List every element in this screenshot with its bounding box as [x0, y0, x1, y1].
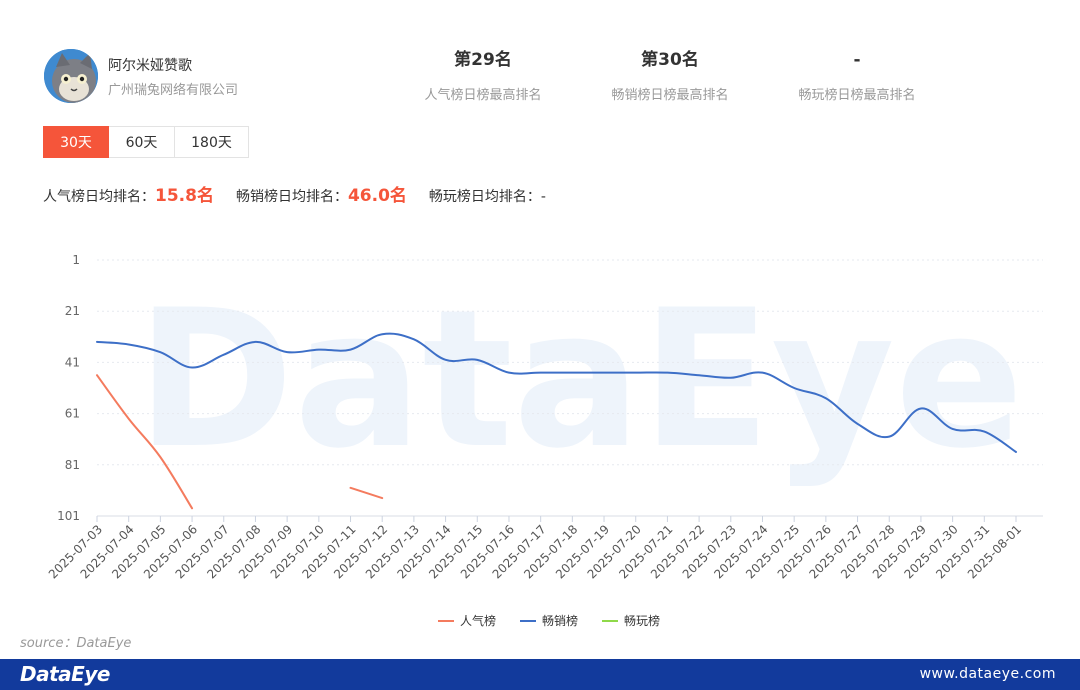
y-tick-label: 81: [65, 458, 80, 472]
legend-label: 畅销榜: [542, 613, 578, 628]
source-note: source：DataEye: [20, 636, 132, 651]
y-tick-label: 101: [57, 509, 80, 523]
footer-bar: DataEye www.dataeye.com: [0, 659, 1080, 690]
legend-label: 人气榜: [460, 613, 496, 628]
legend-label: 畅玩榜: [624, 613, 660, 628]
watermark-text: DataEye: [136, 269, 1023, 490]
rank-line-chart: DataEye 1214161811012025-07-032025-07-04…: [46, 253, 1043, 628]
y-tick-label: 61: [65, 407, 80, 421]
y-tick-label: 1: [72, 253, 80, 267]
footer-logo: DataEye: [20, 662, 110, 686]
y-tick-label: 41: [65, 355, 80, 369]
footer-url[interactable]: www.dataeye.com: [920, 666, 1056, 682]
y-tick-label: 21: [65, 304, 80, 318]
